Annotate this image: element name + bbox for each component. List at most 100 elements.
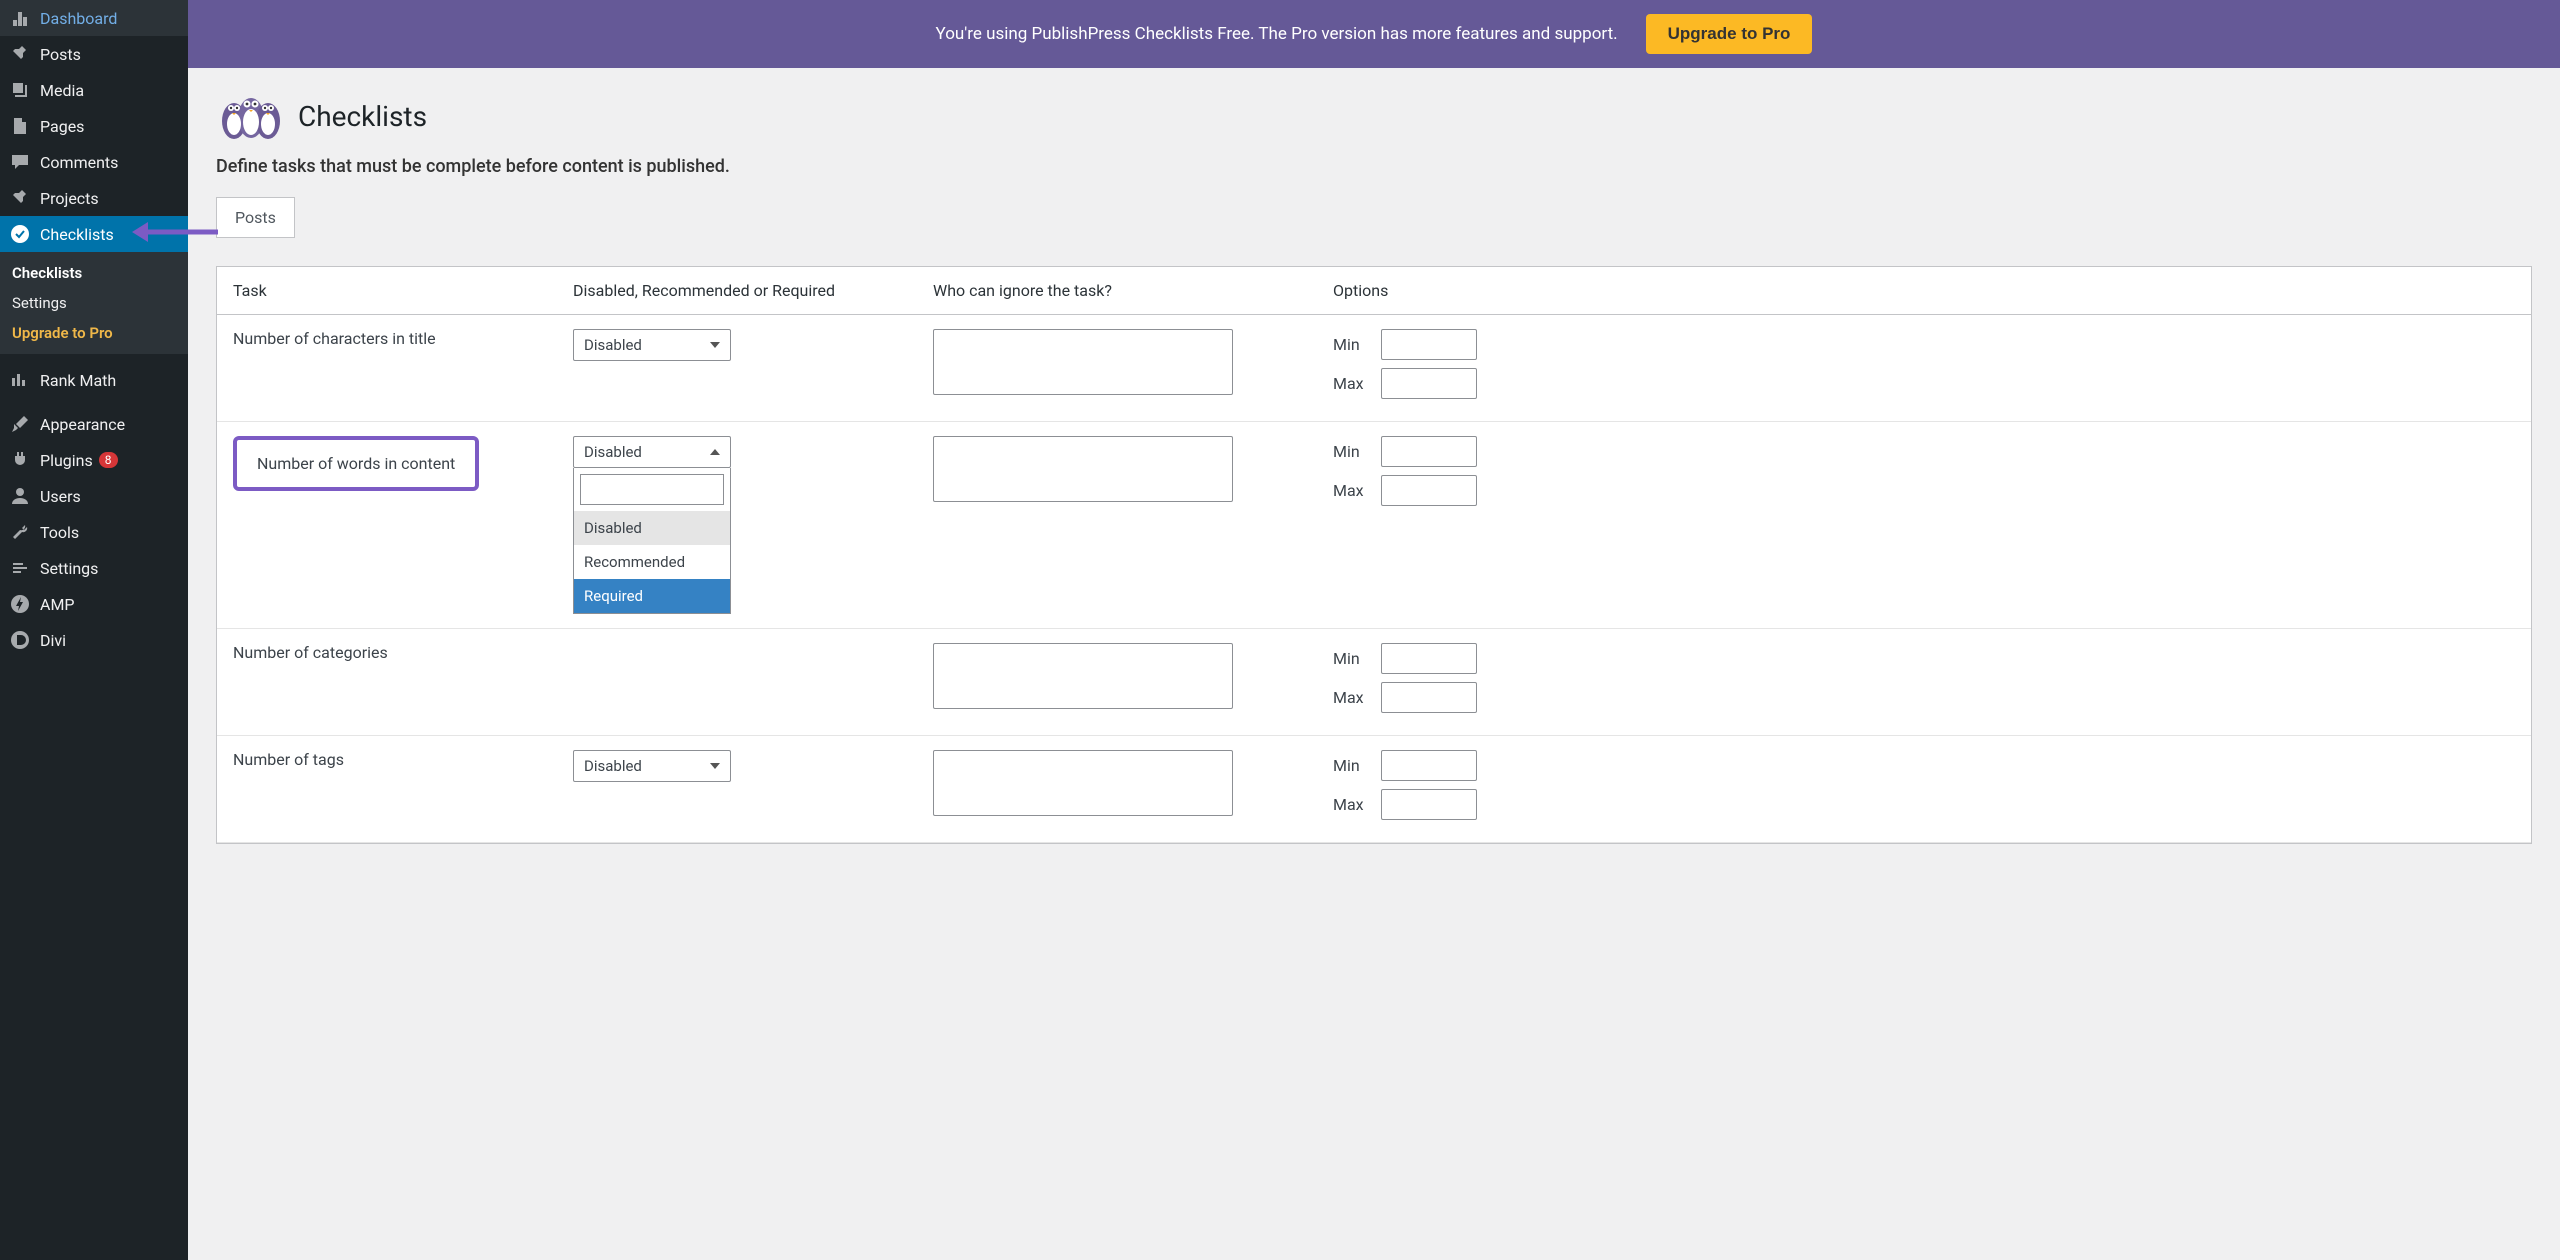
main-content: You're using PublishPress Checklists Fre…	[188, 0, 2560, 1260]
sidebar-item-comments[interactable]: Comments	[0, 144, 188, 180]
min-input[interactable]	[1381, 329, 1477, 360]
chart-icon	[10, 370, 30, 390]
header-task: Task	[217, 267, 557, 315]
ignore-multiselect[interactable]	[933, 329, 1233, 395]
comment-icon	[10, 152, 30, 172]
dropdown-search-input[interactable]	[580, 474, 724, 505]
task-name-highlighted: Number of words in content	[233, 436, 479, 491]
tab-posts[interactable]: Posts	[216, 197, 295, 238]
sidebar-label: Rank Math	[40, 371, 116, 390]
sidebar-item-settings[interactable]: Settings	[0, 550, 188, 586]
sidebar-label: Checklists	[40, 225, 114, 244]
brush-icon	[10, 414, 30, 434]
plug-icon	[10, 450, 30, 470]
check-icon	[10, 224, 30, 244]
sidebar-item-plugins[interactable]: Plugins 8	[0, 442, 188, 478]
sidebar-label: Projects	[40, 189, 99, 208]
min-input[interactable]	[1381, 436, 1477, 467]
upgrade-button[interactable]: Upgrade to Pro	[1646, 14, 1813, 54]
sidebar-label: Comments	[40, 153, 118, 172]
page-header: Checklists	[188, 68, 2560, 156]
upgrade-banner: You're using PublishPress Checklists Fre…	[188, 0, 2560, 68]
ignore-multiselect[interactable]	[933, 643, 1233, 709]
status-select[interactable]: Disabled	[573, 329, 731, 361]
page-description: Define tasks that must be complete befor…	[188, 156, 2560, 197]
sidebar-label: Media	[40, 81, 84, 100]
sidebar-label: Appearance	[40, 415, 125, 434]
sidebar-label: AMP	[40, 595, 75, 614]
min-input[interactable]	[1381, 643, 1477, 674]
sidebar-item-amp[interactable]: AMP	[0, 586, 188, 622]
ignore-multiselect[interactable]	[933, 436, 1233, 502]
status-dropdown: Disabled Recommended Required	[573, 468, 731, 614]
wrench-icon	[10, 522, 30, 542]
option-disabled[interactable]: Disabled	[574, 511, 730, 545]
min-label: Min	[1333, 649, 1371, 668]
min-label: Min	[1333, 335, 1371, 354]
task-name: Number of characters in title	[217, 315, 557, 422]
page-title: Checklists	[298, 100, 427, 133]
sidebar-item-appearance[interactable]: Appearance	[0, 406, 188, 442]
sidebar-label: Divi	[40, 631, 66, 650]
sidebar-item-pages[interactable]: Pages	[0, 108, 188, 144]
max-label: Max	[1333, 374, 1371, 393]
max-label: Max	[1333, 795, 1371, 814]
option-required[interactable]: Required	[574, 579, 730, 613]
amp-icon	[10, 594, 30, 614]
banner-text: You're using PublishPress Checklists Fre…	[936, 24, 1618, 44]
user-icon	[10, 486, 30, 506]
sidebar-item-users[interactable]: Users	[0, 478, 188, 514]
max-input[interactable]	[1381, 682, 1477, 713]
sidebar-label: Dashboard	[40, 9, 117, 28]
max-label: Max	[1333, 688, 1371, 707]
max-label: Max	[1333, 481, 1371, 500]
sidebar-item-media[interactable]: Media	[0, 72, 188, 108]
table-row: Number of words in content Disabled Disa…	[217, 422, 2531, 629]
sliders-icon	[10, 558, 30, 578]
min-label: Min	[1333, 756, 1371, 775]
sidebar-item-rankmath[interactable]: Rank Math	[0, 362, 188, 398]
max-input[interactable]	[1381, 368, 1477, 399]
sidebar-item-tools[interactable]: Tools	[0, 514, 188, 550]
sidebar-item-checklists[interactable]: Checklists	[0, 216, 188, 252]
option-recommended[interactable]: Recommended	[574, 545, 730, 579]
sidebar-label: Settings	[40, 559, 98, 578]
media-icon	[10, 80, 30, 100]
sidebar-item-projects[interactable]: Projects	[0, 180, 188, 216]
header-status: Disabled, Recommended or Required	[557, 267, 917, 315]
status-select[interactable]: Disabled	[573, 750, 731, 782]
min-label: Min	[1333, 442, 1371, 461]
sidebar-label: Plugins	[40, 451, 93, 470]
task-name: Number of tags	[217, 736, 557, 843]
sidebar-item-divi[interactable]: Divi	[0, 622, 188, 658]
submenu-settings[interactable]: Settings	[0, 288, 188, 318]
sidebar-label: Pages	[40, 117, 84, 136]
plugins-badge: 8	[99, 452, 118, 468]
tab-bar: Posts	[188, 197, 2560, 238]
max-input[interactable]	[1381, 475, 1477, 506]
min-input[interactable]	[1381, 750, 1477, 781]
plugin-logo-icon	[216, 86, 286, 146]
page-icon	[10, 116, 30, 136]
task-name: Number of categories	[217, 629, 557, 736]
submenu-upgrade[interactable]: Upgrade to Pro	[0, 318, 188, 348]
pin-icon	[10, 188, 30, 208]
sidebar-item-posts[interactable]: Posts	[0, 36, 188, 72]
sidebar-label: Tools	[40, 523, 79, 542]
admin-sidebar: Dashboard Posts Media Pages Comments Pro…	[0, 0, 188, 1260]
max-input[interactable]	[1381, 789, 1477, 820]
header-ignore: Who can ignore the task?	[917, 267, 1317, 315]
divi-icon	[10, 630, 30, 650]
status-select[interactable]: Disabled	[573, 436, 731, 468]
table-row: Number of tags Disabled Min Max	[217, 736, 2531, 843]
table-row: Number of characters in title Disabled M…	[217, 315, 2531, 422]
table-row: Number of categories Min Max	[217, 629, 2531, 736]
sidebar-submenu: Checklists Settings Upgrade to Pro	[0, 252, 188, 354]
submenu-checklists[interactable]: Checklists	[0, 258, 188, 288]
sidebar-label: Users	[40, 487, 81, 506]
ignore-multiselect[interactable]	[933, 750, 1233, 816]
checklist-table: Task Disabled, Recommended or Required W…	[216, 266, 2532, 844]
dashboard-icon	[10, 8, 30, 28]
sidebar-label: Posts	[40, 45, 81, 64]
sidebar-item-dashboard[interactable]: Dashboard	[0, 0, 188, 36]
